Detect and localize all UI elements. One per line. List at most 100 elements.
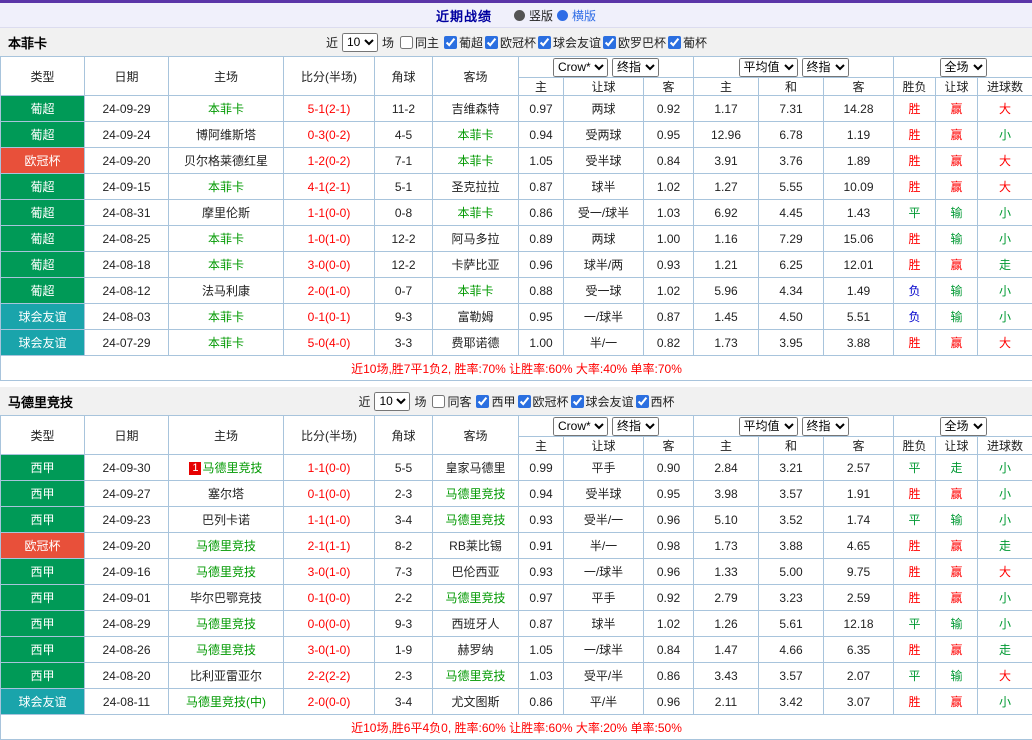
home-team-name[interactable]: 巴列卡诺 xyxy=(202,513,250,527)
score-cell[interactable]: 2-0(1-0) xyxy=(284,278,375,304)
score-cell[interactable]: 0-1(0-1) xyxy=(284,304,375,330)
home-team-name[interactable]: 马德里竞技 xyxy=(196,643,256,657)
horizontal-radio[interactable] xyxy=(557,10,568,21)
league-filter[interactable]: 欧冠杯 xyxy=(518,393,569,410)
away-team-name[interactable]: 本菲卡 xyxy=(457,128,493,142)
away-team-name[interactable]: 本菲卡 xyxy=(457,206,493,220)
home-team-name[interactable]: 摩里伦斯 xyxy=(202,206,250,220)
scope-select[interactable]: 全场 xyxy=(940,417,987,436)
score-cell[interactable]: 5-0(4-0) xyxy=(284,330,375,356)
league-checkbox[interactable] xyxy=(571,395,584,408)
league-filter[interactable]: 西杯 xyxy=(636,393,675,410)
away-team-name[interactable]: 圣克拉拉 xyxy=(451,180,499,194)
away-team-name[interactable]: 马德里竞技 xyxy=(445,513,505,527)
odds-company-select[interactable]: Crow* xyxy=(553,58,608,77)
home-team-name[interactable]: 法马利康 xyxy=(202,284,250,298)
away-team-name[interactable]: 尤文图斯 xyxy=(451,695,499,709)
away-team-name[interactable]: 马德里竞技 xyxy=(445,591,505,605)
home-team-name[interactable]: 本菲卡 xyxy=(208,258,244,272)
score-cell[interactable]: 1-1(1-0) xyxy=(284,507,375,533)
home-team-name[interactable]: 马德里竞技 xyxy=(196,617,256,631)
league-checkbox[interactable] xyxy=(603,36,616,49)
league-filter[interactable]: 球会友谊 xyxy=(538,34,601,51)
same-venue-filter[interactable]: 同客 xyxy=(432,393,471,410)
home-team-name[interactable]: 本菲卡 xyxy=(208,232,244,246)
average-select[interactable]: 平均值 xyxy=(739,58,798,77)
home-team-name[interactable]: 贝尔格莱德红星 xyxy=(184,154,268,168)
score-cell[interactable]: 1-1(0-0) xyxy=(284,200,375,226)
scope-select[interactable]: 全场 xyxy=(940,58,987,77)
home-team-name[interactable]: 比利亚雷亚尔 xyxy=(190,669,262,683)
horizontal-radio-label[interactable]: 横版 xyxy=(572,7,596,24)
score-cell[interactable]: 0-3(0-2) xyxy=(284,122,375,148)
away-team-name[interactable]: 阿马多拉 xyxy=(451,232,499,246)
league-checkbox[interactable] xyxy=(444,36,457,49)
league-filter[interactable]: 葡超 xyxy=(444,34,483,51)
league-filter[interactable]: 西甲 xyxy=(476,393,515,410)
same-venue-filter[interactable]: 同主 xyxy=(400,34,439,51)
league-checkbox[interactable] xyxy=(636,395,649,408)
score-cell[interactable]: 2-0(0-0) xyxy=(284,689,375,715)
league-checkbox[interactable] xyxy=(485,36,498,49)
score-cell[interactable]: 1-0(1-0) xyxy=(284,226,375,252)
home-team-name[interactable]: 马德里竞技 xyxy=(202,461,262,475)
score-cell[interactable]: 3-0(0-0) xyxy=(284,252,375,278)
score-cell[interactable]: 1-2(0-2) xyxy=(284,148,375,174)
away-team-name[interactable]: 富勒姆 xyxy=(457,310,493,324)
home-team-name[interactable]: 本菲卡 xyxy=(208,310,244,324)
home-team-name[interactable]: 本菲卡 xyxy=(208,336,244,350)
home-team-name[interactable]: 博阿维斯塔 xyxy=(196,128,256,142)
away-team-name[interactable]: 马德里竞技 xyxy=(445,669,505,683)
home-team-name[interactable]: 马德里竞技 xyxy=(196,565,256,579)
score-cell[interactable]: 4-1(2-1) xyxy=(284,174,375,200)
home-team-name[interactable]: 本菲卡 xyxy=(208,180,244,194)
score-cell[interactable]: 5-1(2-1) xyxy=(284,96,375,122)
score-cell[interactable]: 0-1(0-0) xyxy=(284,585,375,611)
away-team-name[interactable]: 赫罗纳 xyxy=(457,643,493,657)
away-team-name[interactable]: 西班牙人 xyxy=(451,617,499,631)
average-time-select[interactable]: 终指 xyxy=(802,58,849,77)
average-select[interactable]: 平均值 xyxy=(739,417,798,436)
away-team-name[interactable]: 本菲卡 xyxy=(457,154,493,168)
home-team-name[interactable]: 塞尔塔 xyxy=(208,487,244,501)
away-team-name[interactable]: 吉维森特 xyxy=(451,102,499,116)
home-team-name[interactable]: 本菲卡 xyxy=(208,102,244,116)
league-checkbox[interactable] xyxy=(518,395,531,408)
league-filter[interactable]: 欧罗巴杯 xyxy=(603,34,666,51)
league-filter[interactable]: 葡杯 xyxy=(668,34,707,51)
same-venue-checkbox[interactable] xyxy=(400,36,413,49)
away-team-name[interactable]: RB莱比锡 xyxy=(449,539,502,553)
score-cell[interactable]: 2-2(2-2) xyxy=(284,663,375,689)
date-cell: 24-08-25 xyxy=(85,226,169,252)
league-checkbox[interactable] xyxy=(668,36,681,49)
home-team-name[interactable]: 马德里竞技(中) xyxy=(186,695,266,709)
away-team-name[interactable]: 费耶诺德 xyxy=(451,336,499,350)
home-team-cell: 本菲卡 xyxy=(169,304,284,330)
away-team-name[interactable]: 卡萨比亚 xyxy=(451,258,499,272)
match-count-select[interactable]: 10 xyxy=(342,33,378,52)
league-checkbox[interactable] xyxy=(538,36,551,49)
away-team-name[interactable]: 马德里竞技 xyxy=(445,487,505,501)
home-team-name[interactable]: 马德里竞技 xyxy=(196,539,256,553)
score-cell[interactable]: 1-1(0-0) xyxy=(284,455,375,481)
league-filter[interactable]: 欧冠杯 xyxy=(485,34,536,51)
score-cell[interactable]: 0-0(0-0) xyxy=(284,611,375,637)
score-cell[interactable]: 3-0(1-0) xyxy=(284,559,375,585)
score-cell[interactable]: 0-1(0-0) xyxy=(284,481,375,507)
away-team-name[interactable]: 本菲卡 xyxy=(457,284,493,298)
odds-time-select[interactable]: 终指 xyxy=(612,58,659,77)
score-cell[interactable]: 2-1(1-1) xyxy=(284,533,375,559)
league-checkbox[interactable] xyxy=(476,395,489,408)
same-venue-checkbox[interactable] xyxy=(432,395,445,408)
average-time-select[interactable]: 终指 xyxy=(802,417,849,436)
league-filter[interactable]: 球会友谊 xyxy=(571,393,634,410)
odds-company-select[interactable]: Crow* xyxy=(553,417,608,436)
away-team-name[interactable]: 皇家马德里 xyxy=(445,461,505,475)
home-team-name[interactable]: 毕尔巴鄂竞技 xyxy=(190,591,262,605)
vertical-radio-label[interactable]: 竖版 xyxy=(529,7,553,24)
odds-time-select[interactable]: 终指 xyxy=(612,417,659,436)
match-count-select[interactable]: 10 xyxy=(374,392,410,411)
vertical-radio[interactable] xyxy=(514,10,525,21)
score-cell[interactable]: 3-0(1-0) xyxy=(284,637,375,663)
away-team-name[interactable]: 巴伦西亚 xyxy=(451,565,499,579)
